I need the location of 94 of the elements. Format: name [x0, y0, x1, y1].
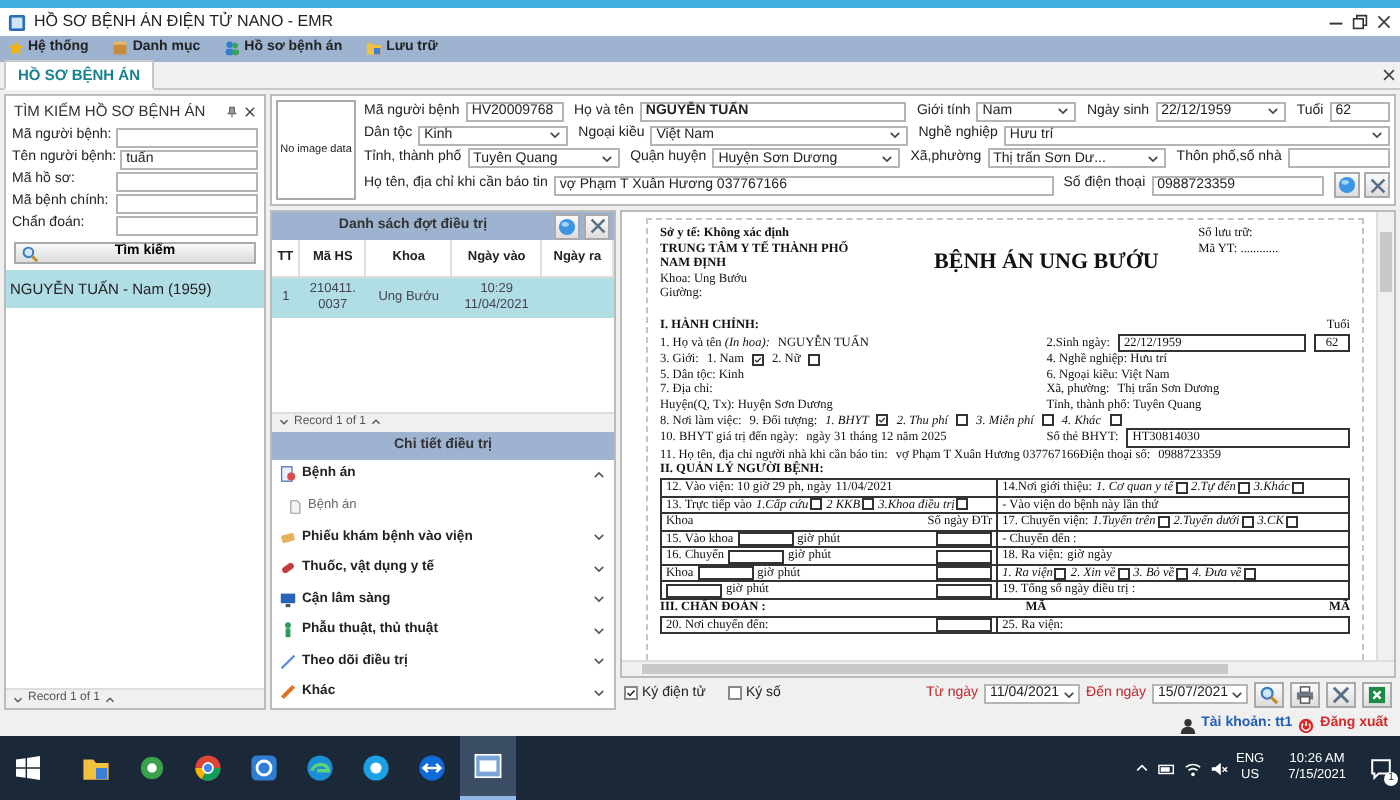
- network-icon: [1183, 759, 1202, 777]
- print-button[interactable]: [1290, 681, 1320, 707]
- close-icon: [1382, 68, 1396, 82]
- caret-icon: [1056, 104, 1071, 119]
- checkbox[interactable]: [876, 414, 889, 427]
- document-icon: [288, 499, 302, 514]
- add-button[interactable]: [1334, 172, 1360, 199]
- text-field[interactable]: [116, 193, 258, 213]
- checkbox[interactable]: [1285, 515, 1298, 528]
- checkbox[interactable]: [751, 353, 764, 366]
- search-button[interactable]: [1254, 681, 1284, 707]
- star-icon: [8, 40, 24, 57]
- window-title: HỒ SƠ BỆNH ÁN ĐIỆN TỬ NANO - EMR: [34, 12, 336, 32]
- chat-icon: [362, 754, 390, 782]
- checkbox[interactable]: [1109, 414, 1121, 427]
- note-icon: [280, 529, 296, 546]
- folder-icon: [82, 754, 110, 782]
- search-icon: [1260, 685, 1278, 703]
- horizontal-scrollbar[interactable]: [622, 660, 1394, 676]
- power-icon: [1298, 717, 1315, 733]
- pill-icon: [280, 560, 296, 577]
- text-field[interactable]: [116, 127, 258, 147]
- checkbox[interactable]: [1175, 481, 1188, 494]
- checkbox[interactable]: [1157, 515, 1170, 528]
- checkbox[interactable]: [624, 686, 638, 701]
- checkbox[interactable]: [1241, 515, 1254, 528]
- checkbox[interactable]: [862, 498, 875, 511]
- spreadsheet-icon: [1368, 685, 1386, 703]
- caret-icon: [1370, 128, 1384, 143]
- caret-icon: [548, 128, 563, 143]
- sphere-icon: [1338, 176, 1356, 195]
- caret-icon: [1146, 151, 1161, 166]
- monitor-icon: [280, 591, 296, 608]
- caret-icon: [1266, 104, 1281, 119]
- add-button[interactable]: [554, 213, 580, 239]
- ruler-icon: [280, 684, 296, 701]
- app-icon: [8, 13, 26, 31]
- tools-icon: [1369, 177, 1385, 194]
- tools-icon: [1332, 685, 1350, 703]
- text-field[interactable]: [116, 215, 258, 235]
- checkbox[interactable]: [1117, 567, 1130, 580]
- caret-icon: [1061, 687, 1076, 701]
- document-icon: [280, 466, 296, 483]
- checkbox[interactable]: [1054, 567, 1067, 580]
- gear-icon: [138, 754, 166, 782]
- checkbox[interactable]: [1237, 481, 1250, 494]
- tools-button[interactable]: [584, 213, 610, 239]
- book-icon: [112, 40, 129, 57]
- close-icon: [1376, 14, 1392, 30]
- notification-icon: [1370, 757, 1392, 779]
- checkbox[interactable]: [808, 353, 821, 366]
- pager-next-icon: [104, 693, 117, 705]
- windows-logo-icon: [16, 756, 40, 780]
- pager-prev-icon: [278, 416, 290, 429]
- volume-muted-icon: [1209, 759, 1228, 777]
- people-icon: [224, 40, 241, 57]
- figure-icon: [280, 622, 296, 639]
- search-icon: [22, 245, 38, 261]
- browser-icon: [194, 754, 222, 782]
- pen-icon: [280, 653, 296, 670]
- sphere-icon: [558, 217, 576, 235]
- chevron-up-icon: [1133, 760, 1150, 776]
- restore-icon: [1352, 14, 1368, 30]
- caret-icon: [1230, 687, 1245, 701]
- caret-icon: [600, 151, 615, 166]
- tools-icon: [589, 218, 605, 234]
- spreadsheet-button[interactable]: [1362, 681, 1392, 707]
- app-icon: [474, 752, 502, 780]
- checkbox[interactable]: [956, 498, 969, 511]
- remote-icon: [418, 754, 446, 782]
- checkbox[interactable]: [1176, 567, 1189, 580]
- checkbox[interactable]: [1291, 481, 1304, 494]
- pin-icon: [226, 105, 238, 117]
- folder-icon: [366, 40, 383, 57]
- tools-button[interactable]: [1364, 172, 1390, 199]
- checkbox[interactable]: [1243, 567, 1256, 580]
- text-field[interactable]: [116, 171, 258, 191]
- taskbar-button[interactable]: [460, 736, 516, 800]
- printer-icon: [1296, 685, 1314, 703]
- vertical-scrollbar[interactable]: [1376, 212, 1394, 660]
- checkbox[interactable]: [810, 498, 823, 511]
- app-icon: [250, 754, 278, 782]
- close-icon: [244, 105, 256, 117]
- user-icon: [1179, 717, 1196, 733]
- pager-prev-icon: [12, 693, 24, 705]
- checkbox[interactable]: [727, 686, 742, 701]
- text-field[interactable]: [1287, 148, 1391, 169]
- checkbox[interactable]: [956, 414, 969, 427]
- document-title: BỆNH ÁN UNG BƯỚU: [932, 247, 1161, 279]
- checkbox[interactable]: [1041, 414, 1054, 427]
- battery-icon: [1157, 759, 1176, 777]
- tools-button[interactable]: [1326, 681, 1356, 707]
- pager-next-icon: [370, 416, 383, 429]
- browser-icon: [306, 754, 334, 782]
